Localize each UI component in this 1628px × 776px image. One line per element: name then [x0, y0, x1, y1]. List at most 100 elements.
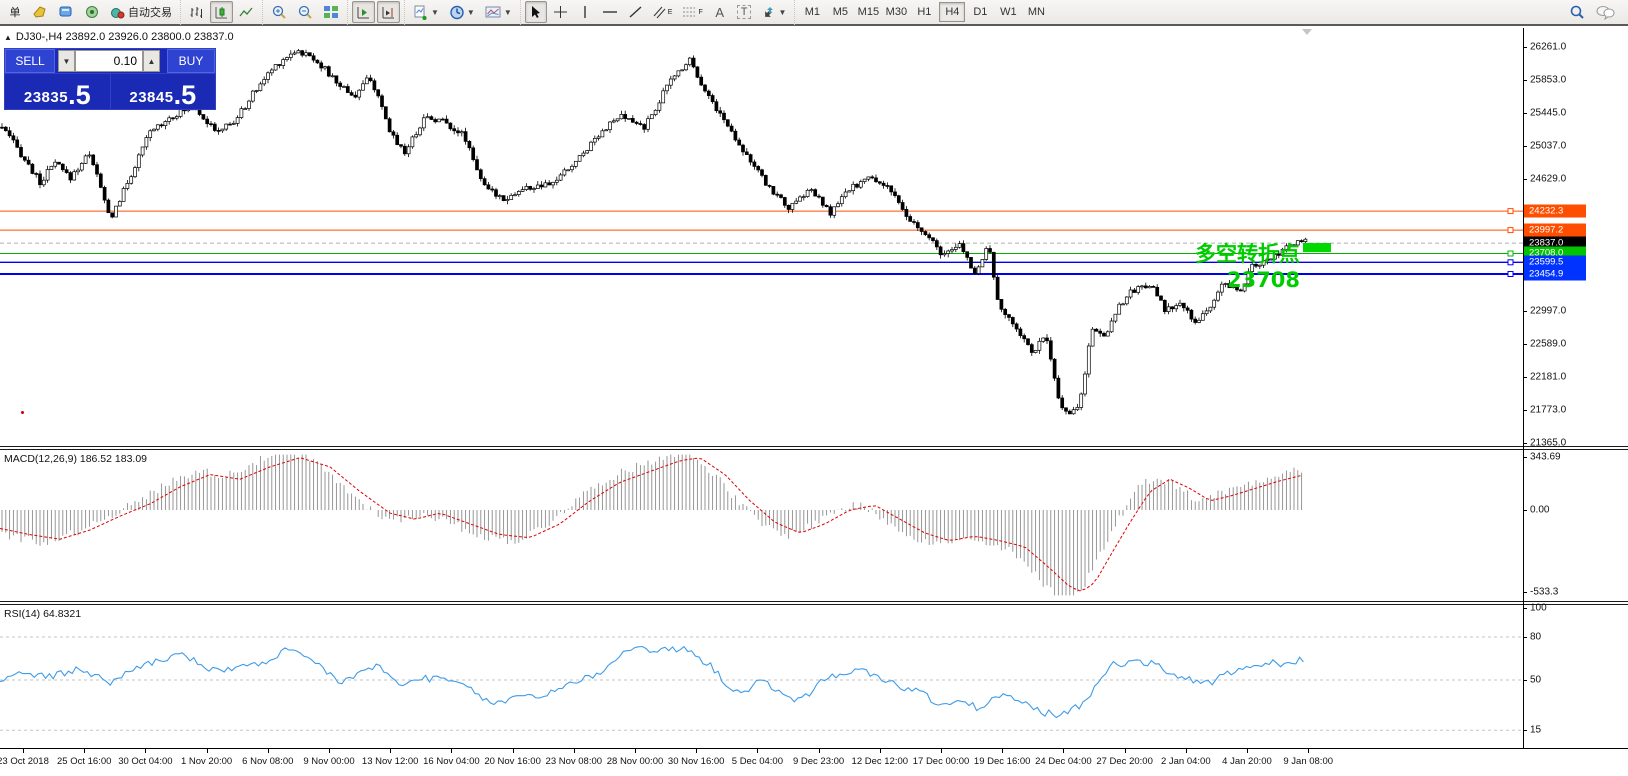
macd-panel[interactable] [0, 451, 1523, 601]
line-chart-button[interactable] [235, 1, 258, 23]
template-icon [485, 5, 502, 19]
time-label: 9 Jan 08:00 [1283, 756, 1333, 767]
volume-input[interactable] [75, 50, 143, 72]
axis-tick [1523, 377, 1527, 378]
zoom-in-icon [271, 5, 287, 20]
sell-button[interactable]: SELL [5, 49, 55, 73]
time-label: 24 Dec 04:00 [1035, 756, 1092, 767]
arrows-button[interactable]: ▼ [757, 1, 790, 23]
timeframe-button-m5[interactable]: M5 [827, 2, 853, 22]
text-label-button[interactable]: T [733, 1, 756, 23]
candlestick-chart-button[interactable] [210, 1, 233, 23]
cursor-button[interactable] [525, 1, 547, 23]
axis-tick [1523, 179, 1527, 180]
timeframe-button-h4[interactable]: H4 [939, 2, 965, 22]
arrows-dropdown-caret[interactable]: ▼ [778, 8, 786, 17]
axis-tick [1523, 146, 1527, 147]
crosshair-button[interactable] [549, 1, 572, 23]
crosshair-icon [553, 5, 568, 19]
bar-chart-button[interactable] [185, 1, 208, 23]
tile-windows-button[interactable] [319, 1, 343, 23]
time-label: 23 Nov 08:00 [546, 756, 603, 767]
time-axis[interactable]: 23 Oct 201825 Oct 16:0030 Oct 04:001 Nov… [0, 748, 1628, 776]
trendline-button[interactable] [624, 1, 647, 23]
volume-decrease-button[interactable]: ▼ [58, 50, 75, 72]
time-label: 5 Dec 04:00 [732, 756, 783, 767]
templates-button[interactable]: ▼ [481, 1, 516, 23]
radar-icon [84, 5, 100, 19]
autotrade-button[interactable]: 自动交易 [106, 1, 176, 23]
toolbar-group-main: 单 自动交易 [0, 0, 180, 25]
periods-dropdown-caret[interactable]: ▼ [467, 8, 475, 17]
buy-price[interactable]: 23845 .5 [111, 73, 216, 109]
mt4-window: 单 自动交易 [0, 0, 1628, 776]
templates-dropdown-caret[interactable]: ▼ [504, 8, 512, 17]
clock-icon [449, 5, 465, 20]
rsi-panel[interactable] [0, 606, 1523, 748]
volume-increase-button[interactable]: ▲ [143, 50, 160, 72]
periods-button[interactable]: ▼ [445, 1, 479, 23]
charts-window-icon[interactable] [54, 1, 78, 23]
timeframe-button-m15[interactable]: M15 [855, 2, 881, 22]
indicators-icon [413, 5, 429, 20]
axis-tick [1523, 80, 1527, 81]
price-tick-label: 25037.0 [1530, 141, 1566, 152]
timeframe-button-mn[interactable]: MN [1023, 2, 1049, 22]
auto-scroll-button[interactable] [352, 1, 375, 23]
time-tick [1186, 749, 1187, 753]
trade-panel-top-row: SELL ▼ ▲ BUY [5, 49, 215, 73]
one-click-trade-panel: SELL ▼ ▲ BUY 23835 .5 23845 .5 [4, 48, 216, 110]
panel-separator[interactable] [0, 601, 1628, 605]
zoom-out-button[interactable] [293, 1, 317, 23]
fibonacci-button[interactable]: F [678, 1, 706, 23]
axis-tick [1523, 510, 1527, 511]
pivot-annotation-text[interactable]: 多空转折点23708 [1122, 238, 1300, 292]
blue-window-icon [58, 5, 74, 19]
signals-icon[interactable] [80, 1, 104, 23]
sell-price-frac: .5 [68, 84, 91, 106]
main-chart[interactable] [0, 28, 1523, 446]
vertical-line-icon [580, 5, 590, 19]
toolbar-group-add: ▼ ▼ ▼ [404, 0, 520, 25]
chart-shift-button[interactable] [377, 1, 400, 23]
toolbar-group-charttype [180, 0, 262, 25]
equidistant-channel-button[interactable]: E [649, 1, 677, 23]
axis-tick [1523, 730, 1527, 731]
macd-tick-label: 343.69 [1530, 452, 1561, 463]
horizontal-line-button[interactable] [598, 1, 622, 23]
search-button[interactable] [1565, 1, 1589, 23]
time-label: 30 Oct 04:00 [118, 756, 172, 767]
price-tick-label: 22181.0 [1530, 372, 1566, 383]
sell-price[interactable]: 23835 .5 [5, 73, 111, 109]
time-tick [757, 749, 758, 753]
timeframe-button-m30[interactable]: M30 [883, 2, 909, 22]
pivot-annotation-rectangle[interactable] [1303, 243, 1331, 252]
new-order-button[interactable]: 单 [4, 1, 26, 23]
axis-tick [1523, 592, 1527, 593]
timeframe-button-d1[interactable]: D1 [967, 2, 993, 22]
text-label-icon: T [737, 5, 752, 19]
time-tick [207, 749, 208, 753]
zoom-in-button[interactable] [267, 1, 291, 23]
text-tool-button[interactable]: A [709, 1, 731, 23]
time-tick [451, 749, 452, 753]
indicators-button[interactable]: ▼ [409, 1, 443, 23]
time-tick [513, 749, 514, 753]
vertical-line-button[interactable] [574, 1, 596, 23]
time-label: 2 Jan 04:00 [1161, 756, 1211, 767]
axis-tick [1523, 637, 1527, 638]
timeframe-button-w1[interactable]: W1 [995, 2, 1021, 22]
panel-separator[interactable] [0, 446, 1628, 450]
indicators-dropdown-caret[interactable]: ▼ [431, 8, 439, 17]
timeframe-button-h1[interactable]: H1 [911, 2, 937, 22]
price-tick-label: 22997.0 [1530, 306, 1566, 317]
buy-button[interactable]: BUY [167, 49, 215, 73]
profile-icon[interactable] [28, 1, 52, 23]
chart-shift-marker-icon[interactable] [1302, 29, 1312, 35]
time-tick [390, 749, 391, 753]
toolbar: 单 自动交易 [0, 0, 1628, 26]
chat-button[interactable] [1591, 1, 1619, 23]
price-tag-24232.3: 24232.3 [1524, 205, 1586, 218]
time-tick [880, 749, 881, 753]
timeframe-button-m1[interactable]: M1 [799, 2, 825, 22]
